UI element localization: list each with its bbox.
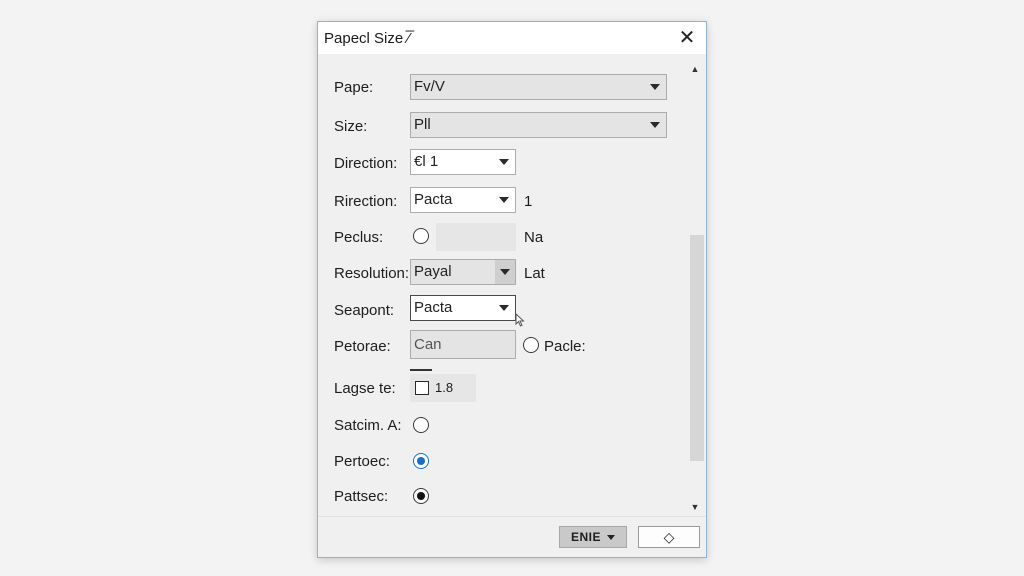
- pattsec-radio[interactable]: [413, 488, 429, 504]
- rirection-aside: 1: [524, 193, 533, 210]
- divider: [410, 369, 432, 371]
- title-bar: Papecl Size ⁄̅ ✕: [318, 22, 706, 54]
- ok-dropdown-button[interactable]: ENIE: [559, 526, 627, 548]
- seapont-select-value: Pacta: [414, 299, 453, 316]
- size-select-value: Pll: [414, 116, 431, 133]
- pertoec-label: Pertoec:: [334, 453, 390, 470]
- peclus-label: Peclus:: [334, 229, 384, 246]
- resolution-aside: Lat: [524, 265, 545, 282]
- chevron-up-icon[interactable]: ▲: [686, 64, 704, 74]
- diamond-button[interactable]: ◇: [638, 526, 700, 548]
- resolution-select[interactable]: Payal: [410, 259, 516, 285]
- chevron-down-icon: [500, 269, 510, 275]
- satcim-radio[interactable]: [413, 417, 429, 433]
- petorae-label: Petorae:: [334, 338, 391, 355]
- chevron-down-icon: [650, 122, 660, 128]
- paper-size-dialog: Papecl Size ⁄̅ ✕ ▲ ▼ Pape: Fv/V Size: Pl…: [317, 21, 707, 558]
- lagsete-value: 1.8: [435, 380, 454, 395]
- rirection-select[interactable]: Pacta: [410, 187, 516, 213]
- pape-select-value: Fv/V: [414, 78, 445, 95]
- chevron-down-icon: [499, 197, 509, 203]
- lagsete-label: Lagse te:: [334, 380, 396, 397]
- pacle-radio[interactable]: [523, 337, 539, 353]
- rirection-select-value: Pacta: [414, 191, 453, 208]
- peclus-radio[interactable]: [413, 228, 429, 244]
- resolution-label: Resolution:: [334, 265, 410, 282]
- ok-button-label: ENIE: [570, 530, 601, 544]
- peclus-field[interactable]: [436, 223, 516, 251]
- chevron-down-icon: [499, 305, 509, 311]
- direction-label: Direction:: [334, 155, 398, 172]
- resolution-select-value: Payal: [414, 263, 452, 280]
- pattsec-label: Pattsec:: [334, 488, 389, 505]
- pape-select[interactable]: Fv/V: [410, 74, 667, 100]
- close-icon[interactable]: ✕: [674, 25, 700, 51]
- lagsete-field[interactable]: 1.8: [410, 374, 476, 402]
- chevron-down-icon[interactable]: ▼: [686, 502, 704, 512]
- petorae-field-value: Can: [414, 336, 442, 353]
- dialog-title: Papecl Size ⁄̅: [324, 30, 410, 47]
- seapont-label: Seapont:: [334, 302, 395, 319]
- dialog-footer: ENIE ◇: [318, 516, 706, 557]
- vertical-scrollbar[interactable]: ▲ ▼: [686, 60, 704, 515]
- direction-select[interactable]: €l 1: [410, 149, 516, 175]
- scroll-thumb[interactable]: [690, 235, 704, 461]
- chevron-down-icon: [499, 159, 509, 165]
- mouse-cursor-icon: [515, 313, 525, 327]
- pape-label: Pape:: [334, 79, 374, 96]
- direction-select-value: €l 1: [414, 153, 439, 170]
- chevron-down-icon: [650, 84, 660, 90]
- seapont-select[interactable]: Pacta: [410, 295, 516, 321]
- diamond-icon: ◇: [663, 529, 675, 545]
- lagsete-checkbox[interactable]: [415, 381, 429, 395]
- rirection-label: Rirection:: [334, 193, 398, 210]
- size-select[interactable]: Pll: [410, 112, 667, 138]
- satcim-label: Satcim. A:: [334, 417, 402, 434]
- size-label: Size:: [334, 118, 368, 135]
- pacle-radio-label: Pacle:: [544, 338, 586, 355]
- chevron-down-icon: [607, 535, 615, 541]
- pertoec-radio[interactable]: [413, 453, 429, 469]
- petorae-field[interactable]: Can: [410, 330, 516, 359]
- peclus-aside: Na: [524, 229, 544, 246]
